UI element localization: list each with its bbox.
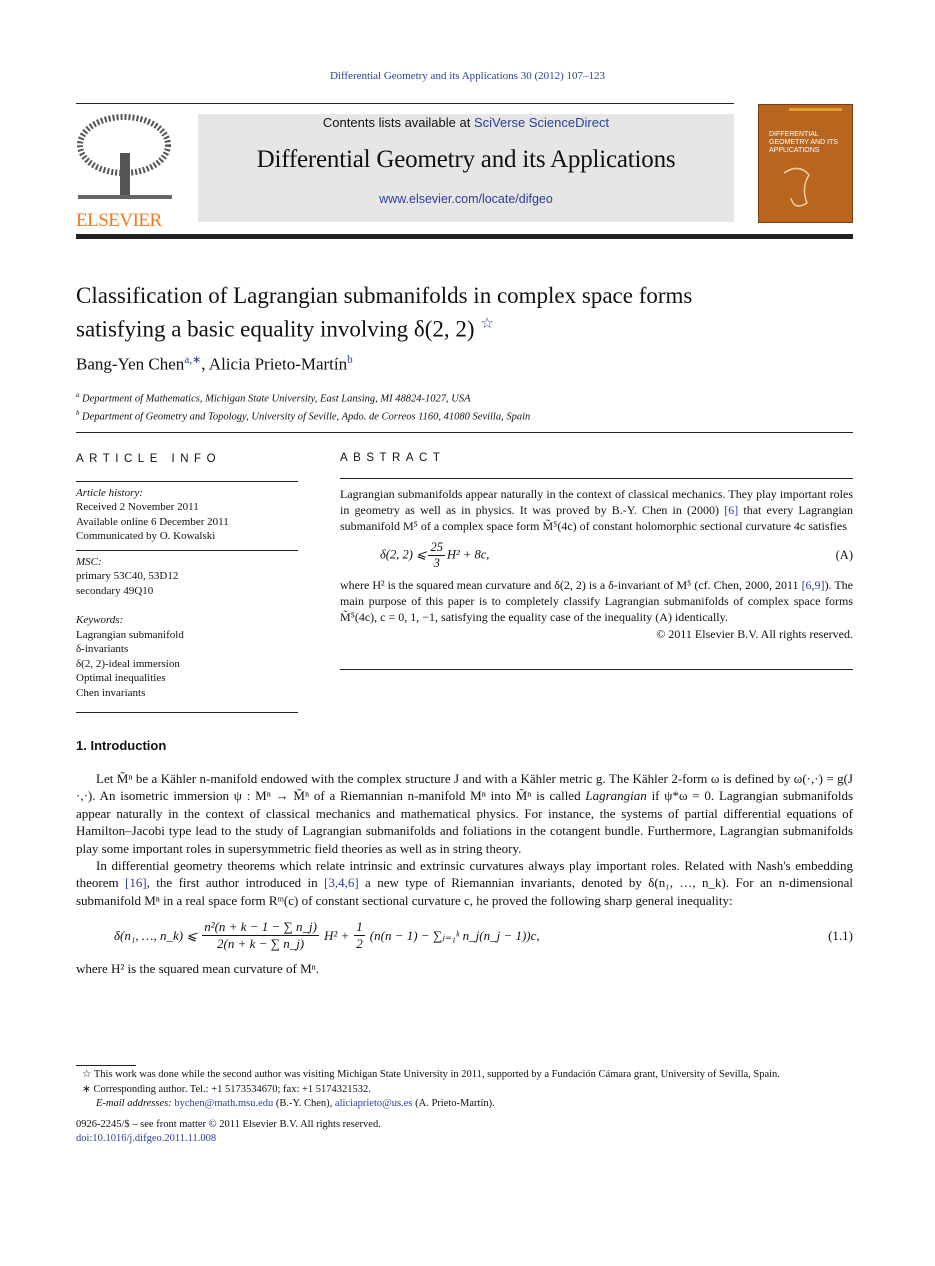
equation-label: (1.1) [828,927,853,943]
history-item: Available online 6 December 2011 [76,515,229,528]
funding-footnote: ☆ This work was done while the second au… [82,1069,780,1080]
history-label: Article history: [76,486,143,499]
author-name: Alicia Prieto-Martín [208,354,348,374]
intro-paragraph: Let M̃ⁿ be a Kähler n-manifold endowed w… [76,771,853,856]
keyword: δ(2, 2)-ideal immersion [76,657,180,670]
citation-link[interactable]: [3,4,6] [324,875,359,890]
equation-a: δ(2, 2) ⩽ 25 3 H² + 8c, (A) [380,540,853,570]
footnotes: ☆ This work was done while the second au… [76,1068,853,1147]
cover-figure-icon [783,167,810,207]
issn-line: 0926-2245/$ – see front matter © 2011 El… [76,1118,381,1130]
contents-line: Contents lists available at SciVerse Sci… [198,115,734,130]
author-list: Bang-Yen Chena,∗, Alicia Prieto-Martínb [76,354,353,374]
elsevier-tree-icon [77,114,172,199]
abstract-paragraph: Lagrangian submanifolds appear naturally… [340,487,853,533]
article-info: ARTICLE INFO Article history: Received 2… [76,452,298,713]
journal-url-link[interactable]: www.elsevier.com/locate/difgeo [198,192,734,206]
affiliation: b Department of Geometry and Topology, U… [76,409,531,423]
email-link[interactable]: aliciaprieto@us.es [335,1098,413,1109]
abstract: ABSTRACT Lagrangian submanifolds appear … [340,452,853,670]
corresponding-author-footnote: ∗ Corresponding author. Tel.: +1 5173534… [82,1083,371,1095]
divider [76,432,853,433]
email-footnote: E-mail addresses: bychen@math.msu.edu (B… [96,1098,495,1109]
sciencedirect-link[interactable]: SciVerse ScienceDirect [474,115,609,130]
article-title: Classification of Lagrangian submanifold… [76,282,856,344]
abstract-heading: ABSTRACT [340,452,446,464]
citation-link[interactable]: [6,9] [802,578,825,592]
keyword: Chen invariants [76,686,146,699]
author-name: Bang-Yen Chen [76,354,185,374]
citation-link[interactable]: [6] [724,503,738,517]
intro-paragraph: where H² is the squared mean curvature o… [76,961,319,977]
msc-label: MSC: [76,555,102,568]
footnote-rule [76,1065,136,1066]
keywords-label: Keywords: [76,614,124,626]
copyright: © 2011 Elsevier B.V. All rights reserved… [656,627,853,641]
title-line-1: Classification of Lagrangian submanifold… [76,283,693,308]
author-affiliation-link[interactable]: a,∗ [184,354,201,366]
elsevier-wordmark: ELSEVIER [76,210,162,231]
equation-label: (A) [835,548,853,562]
header-rule [76,103,734,104]
journal-title: Differential Geometry and its Applicatio… [256,146,676,173]
citation-link[interactable]: [16] [125,875,147,890]
section-heading: 1. Introduction [76,738,167,753]
elsevier-logo: ELSEVIER [76,113,174,231]
history-item: Communicated by O. Kowalski [76,530,216,542]
msc-item: secondary 49Q10 [76,584,154,597]
title-line-2: satisfying a basic equality involving δ(… [76,316,475,342]
title-footnote-star-link[interactable]: ☆ [480,316,493,332]
affiliations: a Department of Mathematics, Michigan St… [76,389,530,424]
journal-banner: Contents lists available at SciVerse Sci… [198,114,734,222]
affiliation: a Department of Mathematics, Michigan St… [76,392,471,405]
abstract-paragraph: where H² is the squared mean curvature a… [340,578,854,624]
msc-item: primary 53C40, 53D12 [76,570,179,582]
contents-label: Contents lists available at [322,115,474,130]
doi-link[interactable]: doi:10.1016/j.difgeo.2011.11.008 [76,1132,853,1147]
intro-paragraph: In differential geometry theorems which … [76,858,853,908]
keyword: Lagrangian submanifold [76,628,184,641]
history-item: Received 2 November 2011 [76,501,199,513]
journal-cover-image: DIFFERENTIAL GEOMETRY AND ITS APPLICATIO… [758,104,853,223]
header-thick-rule [76,234,853,239]
introduction-section: 1. Introduction Let M̃ⁿ be a Kähler n-ma… [76,738,853,978]
equation-1-1: δ(n₁, …, n_k) ⩽ n²(n + k − 1 − ∑ n_j) 2(n … [114,919,853,952]
journal-reference-link[interactable]: Differential Geometry and its Applicatio… [0,70,935,82]
author-affiliation-link[interactable]: b [347,354,353,366]
email-link[interactable]: bychen@math.msu.edu [174,1098,273,1109]
keyword: Optimal inequalities [76,672,166,684]
keyword: δ-invariants [76,643,129,655]
article-info-heading: ARTICLE INFO [76,453,222,465]
cover-title: DIFFERENTIAL GEOMETRY AND ITS APPLICATIO… [769,131,838,154]
